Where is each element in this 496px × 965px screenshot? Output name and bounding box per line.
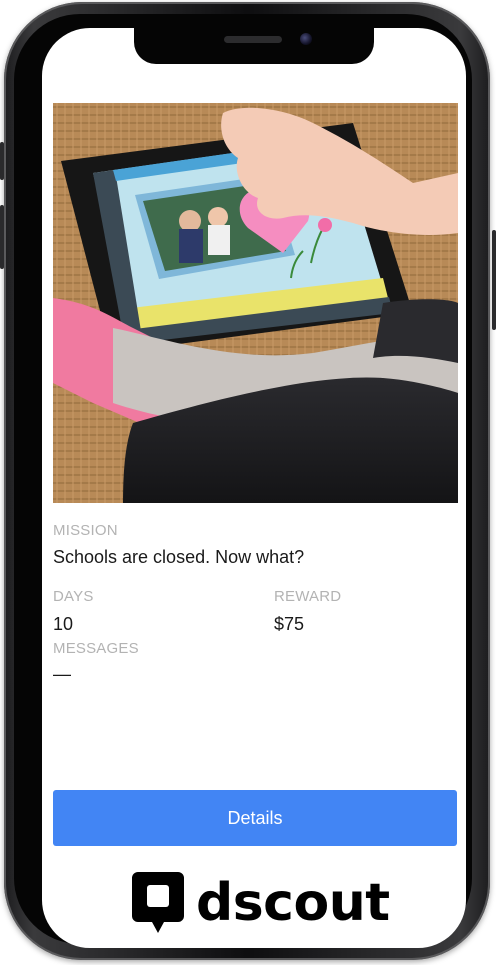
mission-photo [53, 103, 458, 503]
phone-mute-switch [0, 142, 4, 180]
mission-label: MISSION [53, 522, 118, 539]
speech-bubble-icon [132, 872, 184, 933]
messages-label: MESSAGES [53, 640, 139, 657]
details-button[interactable]: Details [53, 790, 457, 846]
phone-power-button [492, 230, 496, 330]
messages-value: — [53, 664, 71, 684]
days-label: DAYS [53, 588, 94, 605]
dscout-logo: dscout [130, 868, 390, 938]
phone-speaker [224, 36, 282, 43]
brand-name: dscout [196, 873, 390, 933]
front-camera [300, 33, 312, 45]
mission-title: Schools are closed. Now what? [53, 547, 305, 567]
days-value: 10 [53, 614, 74, 634]
reward-value: $75 [274, 614, 305, 634]
reward-label: REWARD [274, 588, 342, 605]
phone-notch [134, 28, 374, 64]
phone-volume-button [0, 205, 4, 269]
